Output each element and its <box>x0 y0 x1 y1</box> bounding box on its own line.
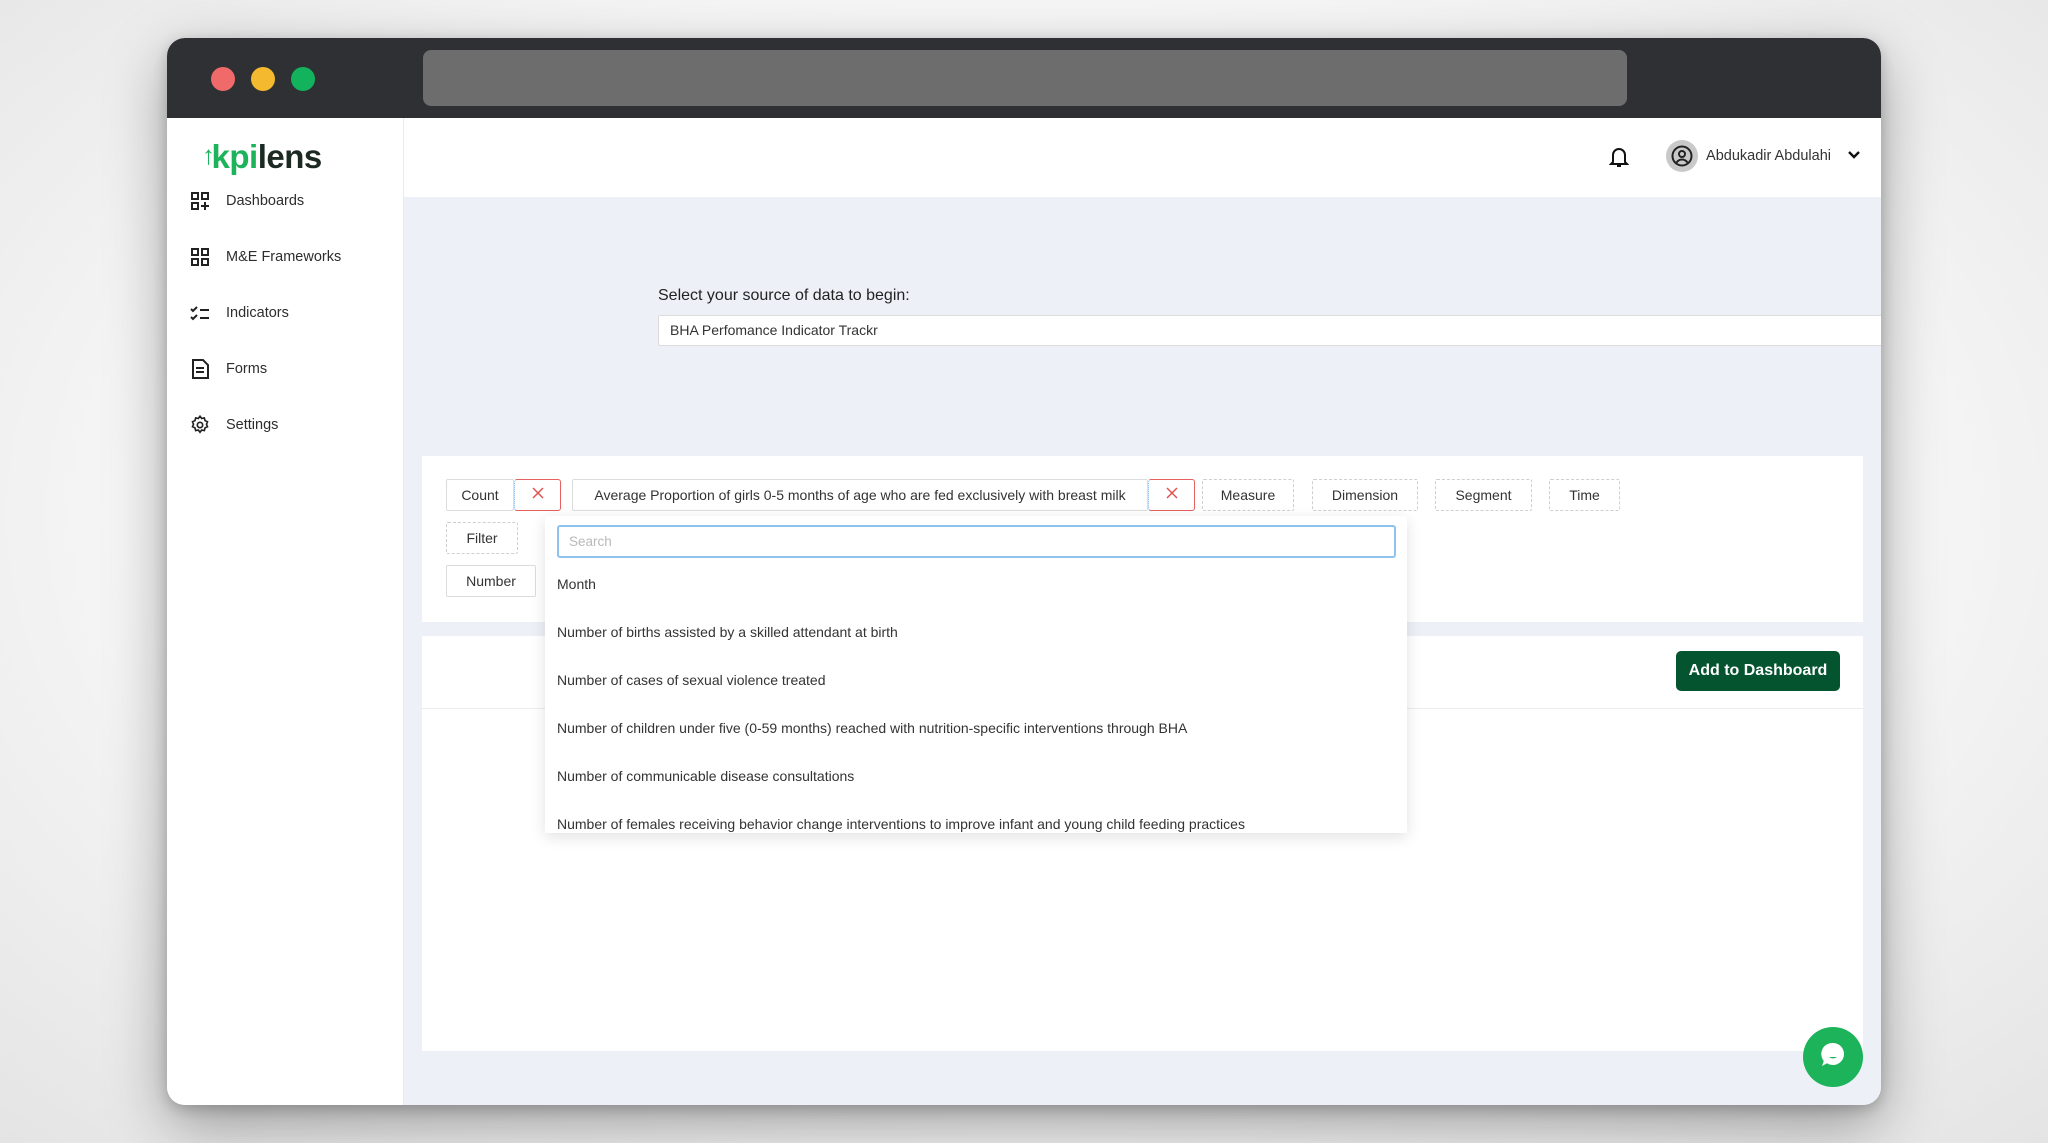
browser-window: ↑kpilens Dashboards M&E Frameworks Indic… <box>167 38 1881 1105</box>
measure-value: Average Proportion of girls 0-5 months o… <box>594 487 1126 503</box>
chart-type-number-button[interactable]: Number <box>446 565 536 597</box>
chevron-down-icon <box>1847 147 1861 165</box>
add-time-button[interactable]: Time <box>1549 479 1620 511</box>
measure-label: Measure <box>1220 487 1276 503</box>
add-dimension-button[interactable]: Dimension <box>1312 479 1418 511</box>
time-label: Time <box>1569 487 1600 503</box>
checklist-icon <box>189 302 211 324</box>
dropdown-option[interactable]: Number of communicable disease consultat… <box>557 768 854 784</box>
add-measure-button[interactable]: Measure <box>1202 479 1294 511</box>
sidebar-item-label: M&E Frameworks <box>226 249 342 265</box>
sidebar-item-label: Settings <box>226 417 279 433</box>
kpilens-logo[interactable]: ↑kpilens <box>202 138 322 176</box>
dropdown-option[interactable]: Number of females receiving behavior cha… <box>557 816 1245 832</box>
logo-text-lens: lens <box>257 138 323 175</box>
sidebar-item-label: Indicators <box>226 305 289 321</box>
dropdown-option[interactable]: Number of cases of sexual violence treat… <box>557 672 825 688</box>
main-content: Select your source of data to begin: BHA… <box>404 197 1881 1105</box>
measure-pill[interactable]: Average Proportion of girls 0-5 months o… <box>572 479 1148 511</box>
filter-label: Filter <box>466 530 498 546</box>
dropdown-option[interactable]: Month <box>557 576 596 592</box>
dropdown-option[interactable]: Number of children under five (0-59 mont… <box>557 720 1187 736</box>
add-to-dashboard-button[interactable]: Add to Dashboard <box>1676 651 1840 691</box>
bell-icon[interactable] <box>1608 146 1631 170</box>
measure-dropdown: Month Number of births assisted by a ski… <box>545 516 1407 833</box>
top-header: Abdukadir Abdulahi <box>404 118 1881 197</box>
sidebar: ↑kpilens Dashboards M&E Frameworks Indic… <box>167 118 404 1105</box>
count-label: Count <box>461 487 499 503</box>
source-label: Select your source of data to begin: <box>658 287 910 304</box>
logo-text-kpi: kpi <box>211 138 259 175</box>
dashboard-add-icon <box>189 190 211 212</box>
sidebar-item-forms[interactable]: Forms <box>189 351 267 387</box>
document-icon <box>189 358 211 380</box>
sidebar-item-label: Dashboards <box>226 193 305 209</box>
avatar <box>1666 140 1699 172</box>
dropdown-search-input[interactable] <box>557 525 1396 558</box>
close-icon <box>1165 486 1178 504</box>
data-source-select[interactable]: BHA Perfomance Indicator Trackr <box>658 315 1881 346</box>
count-pill[interactable]: Count <box>446 479 514 511</box>
title-bar <box>167 38 1881 118</box>
sidebar-item-dashboards[interactable]: Dashboards <box>189 183 304 219</box>
user-name: Abdukadir Abdulahi <box>1706 148 1831 164</box>
address-bar[interactable] <box>423 50 1627 106</box>
close-window-button[interactable] <box>211 67 235 91</box>
chat-support-button[interactable] <box>1803 1027 1863 1087</box>
chat-bubble-icon <box>1818 1040 1848 1075</box>
minimize-window-button[interactable] <box>251 67 275 91</box>
number-label: Number <box>466 573 516 589</box>
sidebar-item-me-frameworks[interactable]: M&E Frameworks <box>189 239 341 275</box>
sidebar-item-settings[interactable]: Settings <box>189 407 278 443</box>
add-segment-button[interactable]: Segment <box>1435 479 1532 511</box>
add-filter-button[interactable]: Filter <box>446 522 518 554</box>
sidebar-item-label: Forms <box>226 361 268 377</box>
dropdown-option[interactable]: Number of births assisted by a skilled a… <box>557 624 898 640</box>
remove-measure-button[interactable] <box>1148 479 1195 511</box>
maximize-window-button[interactable] <box>291 67 315 91</box>
close-icon <box>531 486 544 504</box>
grid-icon <box>189 246 211 268</box>
user-menu[interactable]: Abdukadir Abdulahi <box>1666 138 1861 174</box>
data-source-value: BHA Perfomance Indicator Trackr <box>670 322 878 338</box>
remove-count-button[interactable] <box>514 479 561 511</box>
segment-label: Segment <box>1455 487 1512 503</box>
sidebar-item-indicators[interactable]: Indicators <box>189 295 289 331</box>
gear-icon <box>189 414 211 436</box>
dimension-label: Dimension <box>1331 487 1399 503</box>
